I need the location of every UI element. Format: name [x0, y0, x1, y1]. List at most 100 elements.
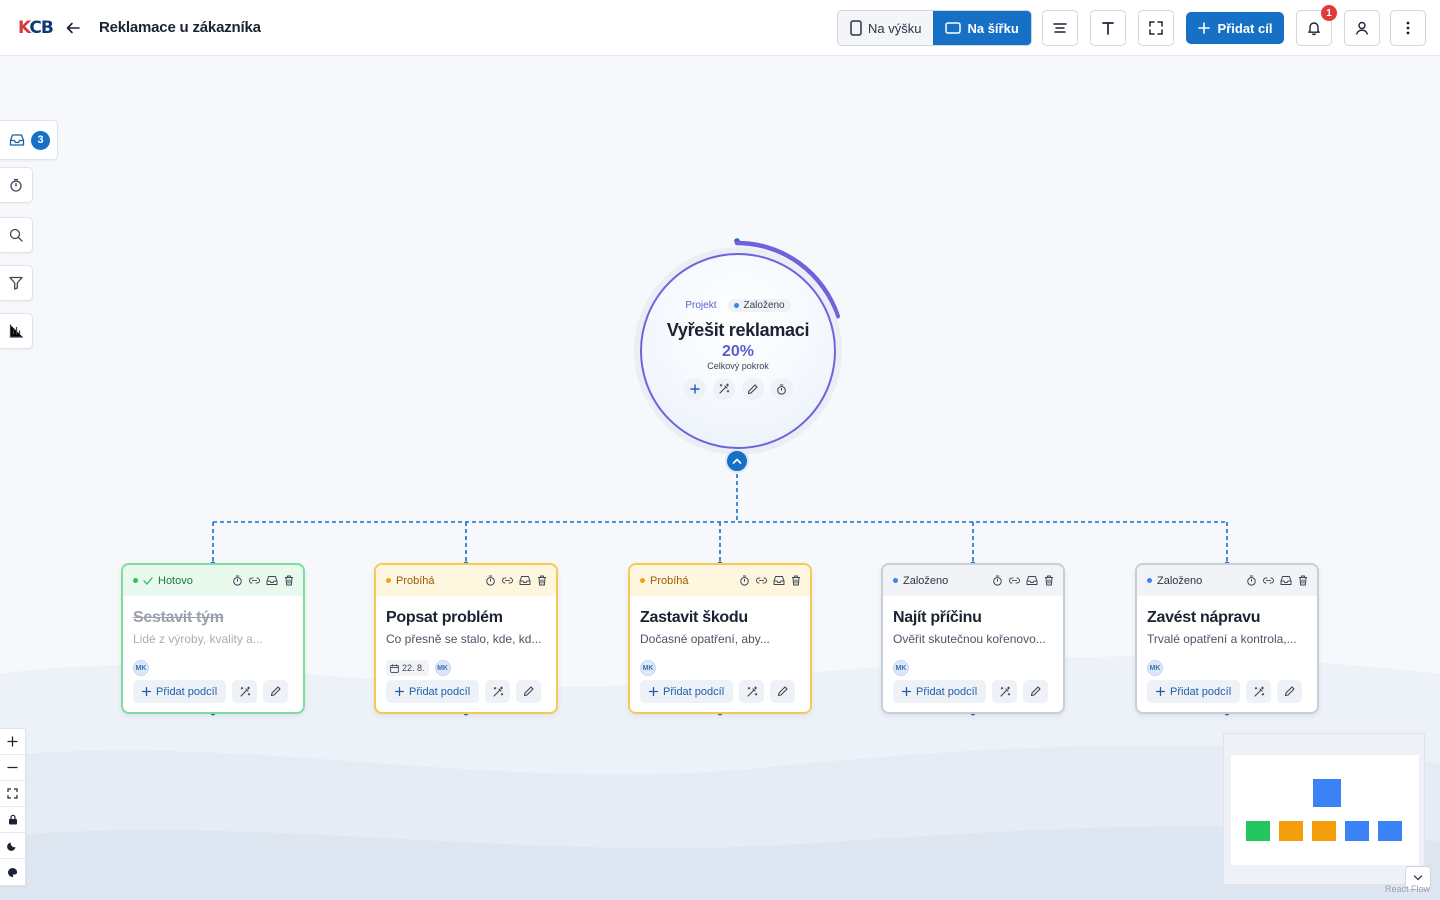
card-magic-button[interactable] [1246, 680, 1272, 703]
arrow-left-icon [66, 22, 80, 34]
dark-mode-button[interactable] [0, 833, 25, 859]
color-button[interactable] [0, 859, 25, 885]
root-add-button[interactable] [683, 378, 706, 400]
card-timer-button[interactable] [1245, 574, 1258, 587]
card-dependency-button[interactable] [1008, 574, 1021, 587]
fit-view-button[interactable] [0, 781, 25, 807]
zoom-out-button[interactable] [0, 755, 25, 781]
card-delete-button[interactable] [282, 574, 295, 587]
card-delete-button[interactable] [1296, 574, 1309, 587]
notification-badge: 1 [1321, 5, 1337, 21]
text-button[interactable] [1090, 10, 1126, 46]
stats-button[interactable] [0, 313, 33, 349]
assignee-avatar[interactable]: MK [893, 660, 909, 676]
subgoal-card[interactable]: Založeno Zavést nápravu Trvalé opatření … [1135, 563, 1319, 714]
add-goal-button[interactable]: Přidat cíl [1186, 12, 1284, 44]
align-button[interactable] [1042, 10, 1078, 46]
card-inbox-button[interactable] [518, 574, 531, 587]
inbox-icon [773, 576, 784, 585]
card-edit-button[interactable] [1277, 680, 1303, 703]
back-button[interactable] [62, 17, 84, 39]
card-timer-button[interactable] [484, 574, 497, 587]
card-edit-button[interactable] [516, 680, 542, 703]
plus-icon [395, 687, 404, 696]
card-description: Co přesně se stalo, kde, kd... [386, 632, 542, 646]
card-inbox-button[interactable] [1025, 574, 1038, 587]
card-edit-button[interactable] [770, 680, 796, 703]
card-title[interactable]: Sestavit tým [133, 609, 303, 627]
card-edit-button[interactable] [263, 680, 289, 703]
card-title[interactable]: Zastavit škodu [640, 609, 810, 627]
card-dependency-button[interactable] [501, 574, 514, 587]
portrait-button[interactable]: Na výšku [838, 11, 934, 45]
subgoal-card[interactable]: Probíhá Popsat problém Co přesně se stal… [374, 563, 558, 714]
subgoal-card[interactable]: Hotovo Sestavit tým Lidé z výroby, kvali… [121, 563, 305, 714]
card-magic-button[interactable] [992, 680, 1018, 703]
app-logo[interactable]: KCB [18, 18, 54, 38]
root-magic-button[interactable] [712, 378, 735, 400]
root-edit-button[interactable] [741, 378, 764, 400]
card-title[interactable]: Najít příčinu [893, 609, 1063, 627]
add-subgoal-button[interactable]: Přidat podcíl [133, 680, 227, 703]
card-title[interactable]: Zavést nápravu [1147, 609, 1317, 627]
magic-wand-icon [1254, 685, 1264, 697]
assignee-avatar[interactable]: MK [640, 660, 656, 676]
inbox-count-badge: 3 [31, 130, 50, 150]
card-magic-button[interactable] [232, 680, 258, 703]
collapse-children-button[interactable] [725, 449, 749, 473]
card-timer-button[interactable] [991, 574, 1004, 587]
inbox-button[interactable]: 3 [0, 120, 58, 160]
card-inbox-button[interactable] [265, 574, 278, 587]
dependency-icon [756, 577, 767, 584]
notifications-button[interactable]: 1 [1296, 5, 1337, 46]
assignee-avatar[interactable]: MK [1147, 660, 1163, 676]
add-subgoal-button[interactable]: Přidat podcíl [893, 680, 987, 703]
status-badge[interactable]: Probíhá [640, 575, 689, 587]
card-inbox-button[interactable] [1279, 574, 1292, 587]
fullscreen-button[interactable] [1138, 10, 1174, 46]
zoom-in-button[interactable] [0, 729, 25, 755]
add-subgoal-button[interactable]: Přidat podcíl [1147, 680, 1241, 703]
root-progress-percent: 20% [721, 343, 755, 360]
card-dependency-button[interactable] [248, 574, 261, 587]
root-timer-button[interactable] [770, 378, 793, 400]
react-flow-attribution[interactable]: React Flow [1385, 884, 1430, 894]
card-delete-button[interactable] [789, 574, 802, 587]
card-dependency-button[interactable] [1262, 574, 1275, 587]
more-menu-button[interactable] [1390, 10, 1426, 46]
landscape-button[interactable]: Na šířku [933, 11, 1031, 45]
card-timer-button[interactable] [231, 574, 244, 587]
card-dependency-button[interactable] [755, 574, 768, 587]
minimap[interactable] [1223, 733, 1425, 885]
text-icon [1102, 22, 1114, 35]
card-edit-button[interactable] [1023, 680, 1049, 703]
card-inbox-button[interactable] [772, 574, 785, 587]
assignee-avatar[interactable]: MK [133, 660, 149, 676]
lock-button[interactable] [0, 807, 25, 833]
inbox-icon [1026, 576, 1037, 585]
card-magic-button[interactable] [485, 680, 511, 703]
card-title[interactable]: Popsat problém [386, 609, 556, 627]
profile-button[interactable] [1344, 10, 1380, 46]
subgoal-card[interactable]: Založeno Najít příčinu Ověřit skutečnou … [881, 563, 1065, 714]
status-badge[interactable]: Založeno [1147, 575, 1202, 587]
root-goal-node[interactable]: Projekt Založeno Vyřešit reklamaci 20% C… [631, 240, 843, 452]
card-delete-button[interactable] [535, 574, 548, 587]
add-subgoal-button[interactable]: Přidat podcíl [640, 680, 734, 703]
timer-button[interactable] [0, 167, 33, 203]
search-button[interactable] [0, 217, 33, 253]
status-badge[interactable]: Probíhá [386, 575, 435, 587]
card-delete-button[interactable] [1042, 574, 1055, 587]
add-subgoal-button[interactable]: Přidat podcíl [386, 680, 480, 703]
due-date-chip[interactable]: 22. 8. [386, 660, 429, 676]
status-badge[interactable]: Založeno [893, 575, 948, 587]
assignee-avatar[interactable]: MK [434, 660, 451, 676]
flow-canvas[interactable]: 3 Projekt Založeno Vyřešit reklamaci 20%… [0, 56, 1440, 900]
top-bar: KCB Reklamace u zákazníka Na výšku Na ší… [0, 0, 1440, 56]
filter-button[interactable] [0, 265, 33, 301]
subgoal-card[interactable]: Probíhá Zastavit škodu Dočasné opatření,… [628, 563, 812, 714]
card-header: Založeno [883, 565, 1063, 596]
card-magic-button[interactable] [739, 680, 765, 703]
status-badge[interactable]: Hotovo [133, 575, 193, 587]
card-timer-button[interactable] [738, 574, 751, 587]
